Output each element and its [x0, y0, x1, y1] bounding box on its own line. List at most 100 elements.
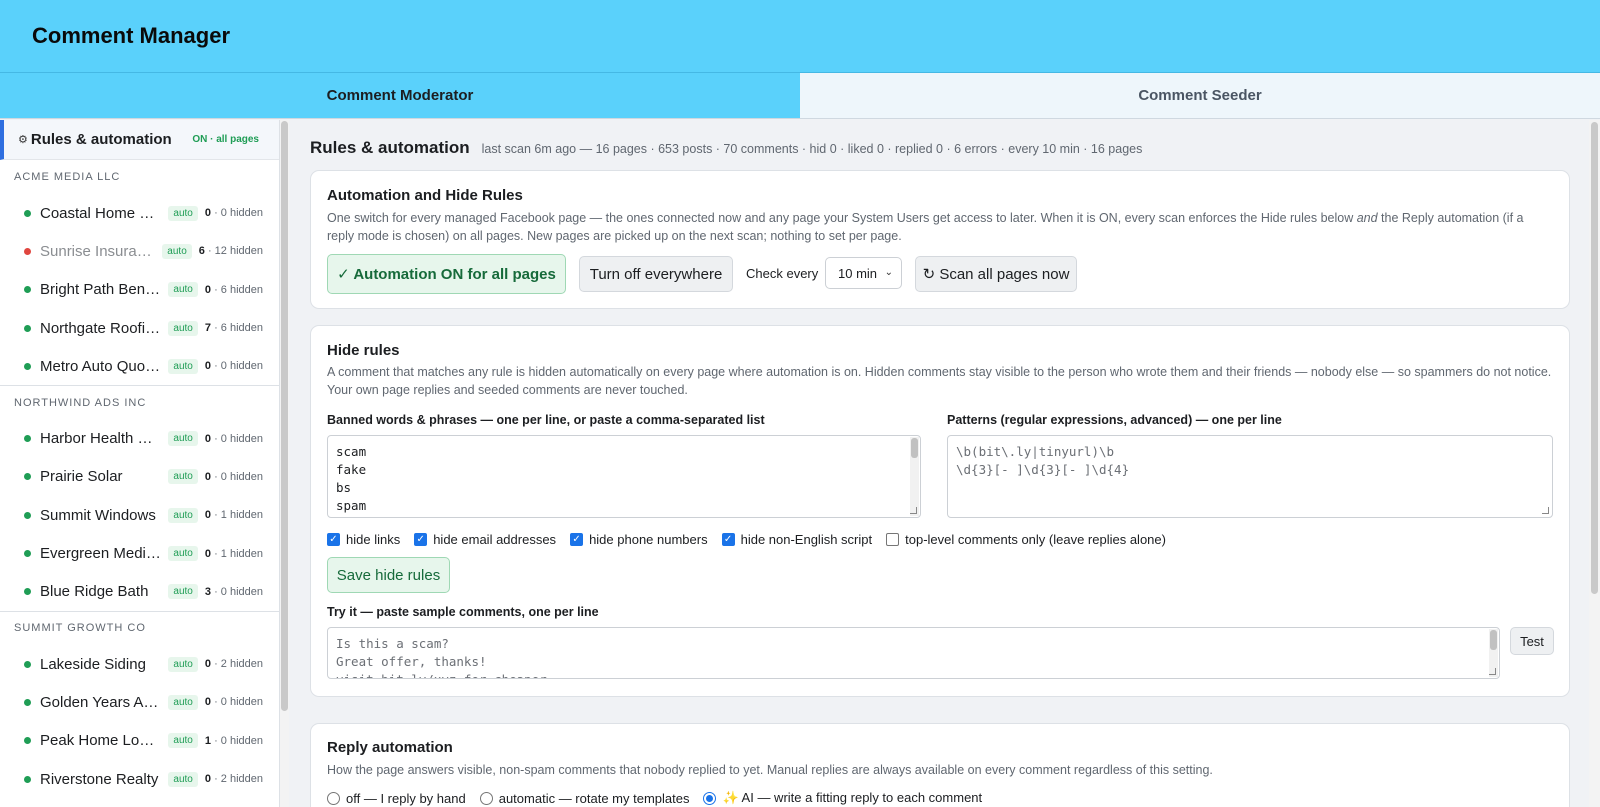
page-stats: 0 · 0 hidden: [205, 207, 263, 219]
tab-comment-moderator[interactable]: Comment Moderator: [0, 73, 800, 118]
page-name: Summit Windows: [40, 506, 156, 524]
auto-badge: auto: [168, 694, 198, 710]
page-name: Blue Ridge Bath: [40, 583, 149, 601]
auto-badge: auto: [168, 205, 198, 221]
sidebar-item-rules-automation[interactable]: ⚙ Rules & automation ON · all pages: [0, 120, 279, 160]
hidden-count: · 0 hidden: [214, 585, 263, 598]
sidebar-page-item[interactable]: Coastal Home Services auto 0 · 0 hidden: [0, 194, 279, 232]
auto-badge: auto: [168, 733, 198, 749]
radio-reply-ai[interactable]: [703, 791, 717, 805]
banned-words-label: Banned words & phrases — one per line, o…: [327, 413, 765, 427]
page-name: Northgate Roofing: [40, 319, 162, 337]
main-scrollbar-thumb[interactable]: [1591, 122, 1598, 594]
reply-automation-card: Reply automation How the page answers vi…: [310, 723, 1570, 807]
patterns-textarea[interactable]: \b(bit\.ly|tinyurl)\b \d{3}[- ]\d{3}[- ]…: [947, 435, 1553, 518]
sidebar-page-item[interactable]: Harbor Health Plans auto 0 · 0 hidden: [0, 419, 279, 457]
checkbox-hide-links[interactable]: ✓: [327, 533, 340, 546]
patterns-label: Patterns (regular expressions, advanced)…: [947, 413, 1282, 427]
hidden-count: · 12 hidden: [207, 245, 263, 258]
sample-line: Great offer, thanks!: [336, 654, 487, 669]
main-tabs: Comment Moderator Comment Seeder: [0, 73, 1600, 119]
checkbox-hide-non-english[interactable]: ✓: [721, 533, 735, 546]
banned-words-textarea[interactable]: scam fake bs spam: [327, 435, 921, 518]
auto-badge: auto: [168, 546, 198, 562]
sidebar-page-item[interactable]: Bright Path Benefits auto 0 · 6 hidden: [0, 271, 279, 309]
auto-badge: auto: [168, 771, 198, 787]
sidebar-group-heading: SUMMIT GROWTH CO: [0, 610, 279, 645]
checkbox-label: hide non-English script: [740, 532, 873, 547]
sidebar-page-item[interactable]: Sunrise Insurance auto 6 · 12 hidden: [0, 232, 279, 270]
try-it-label: Try it — paste sample comments, one per …: [327, 605, 599, 619]
scan-all-pages-button[interactable]: ↻ Scan all pages now: [915, 256, 1077, 292]
page-stats: 1 · 0 hidden: [205, 735, 263, 747]
status-dot-icon: [24, 660, 31, 668]
status-dot-icon: [24, 435, 31, 443]
sidebar-page-item[interactable]: Prairie Solar auto 0 · 0 hidden: [0, 458, 279, 496]
checkbox-hide-phone[interactable]: ✓: [570, 533, 584, 546]
check-every-label: Check every: [746, 266, 819, 281]
radio-reply-off[interactable]: [327, 791, 340, 805]
hidden-count: · 0 hidden: [214, 734, 263, 747]
emphasis: and: [1356, 211, 1378, 225]
page-stats: 0 · 0 hidden: [205, 433, 263, 445]
auto-badge: auto: [168, 507, 198, 523]
page-name: Coastal Home Services: [40, 204, 161, 222]
checkbox-hide-email[interactable]: ✓: [414, 533, 428, 546]
page-stats: 0 · 6 hidden: [205, 284, 263, 296]
checkbox-top-level-only[interactable]: [886, 533, 900, 546]
turn-off-everywhere-button[interactable]: Turn off everywhere: [579, 256, 733, 292]
textarea-scrollbar[interactable]: [910, 437, 919, 516]
automation-status-badge: ON · all pages: [192, 134, 259, 145]
auto-badge: auto: [168, 656, 198, 672]
reply-mode-options: off — I reply by hand automatic — rotate…: [327, 790, 996, 806]
scan-interval-select[interactable]: 10 min ⌄: [825, 257, 902, 289]
resize-handle-icon[interactable]: [1542, 507, 1549, 514]
sidebar-page-item[interactable]: Blue Ridge Bath auto 3 · 0 hidden: [0, 573, 279, 611]
status-dot-icon: [24, 324, 31, 332]
sample-comments-textarea[interactable]: Is this a scam? Great offer, thanks! vis…: [327, 627, 1500, 679]
hidden-count: · 1 hidden: [214, 509, 263, 522]
automation-card: Automation and Hide Rules One switch for…: [310, 170, 1570, 309]
page-stats: 0 · 1 hidden: [205, 548, 263, 560]
status-dot-icon: [24, 588, 31, 596]
sidebar-page-item[interactable]: Northgate Roofing auto 7 · 6 hidden: [0, 309, 279, 347]
comment-count: 3: [204, 585, 211, 598]
card-title: Automation and Hide Rules: [327, 187, 523, 204]
main-content: Rules & automation last scan 6m ago — 16…: [290, 120, 1580, 807]
auto-badge: auto: [168, 584, 198, 600]
sidebar-page-item[interactable]: Peak Home Loans auto 1 · 0 hidden: [0, 722, 279, 760]
sidebar-page-item[interactable]: Summit Windows auto 0 · 1 hidden: [0, 496, 279, 534]
page-name: Golden Years Advisors: [40, 693, 162, 711]
comment-count: 0: [204, 696, 211, 709]
page-name: Prairie Solar: [40, 468, 123, 486]
page-name: Peak Home Loans: [40, 732, 162, 750]
sidebar-page-item[interactable]: Riverstone Realty auto 0 · 2 hidden: [0, 760, 279, 798]
sidebar-page-item[interactable]: Metro Auto Quotes auto 0 · 0 hidden: [0, 347, 279, 385]
auto-badge: auto: [168, 469, 198, 485]
resize-handle-icon[interactable]: [910, 507, 917, 514]
sidebar-group-heading: NORTHWIND ADS INC: [0, 385, 279, 419]
tab-comment-seeder[interactable]: Comment Seeder: [800, 73, 1600, 118]
hidden-count: · 0 hidden: [214, 207, 263, 220]
hidden-count: · 6 hidden: [214, 322, 263, 335]
comment-count: 7: [204, 322, 211, 335]
save-hide-rules-button[interactable]: Save hide rules: [327, 557, 450, 593]
comment-count: 0: [204, 658, 211, 671]
sidebar-scrollbar-thumb[interactable]: [281, 121, 288, 711]
auto-badge: auto: [162, 243, 192, 259]
test-button[interactable]: Test: [1510, 627, 1554, 655]
status-dot-icon: [24, 550, 31, 558]
banned-word: spam: [336, 498, 367, 513]
sidebar-page-item[interactable]: Evergreen Medicare auto 0 · 1 hidden: [0, 534, 279, 572]
page-name: Riverstone Realty: [40, 770, 159, 788]
sidebar-page-item[interactable]: Golden Years Advisors auto 0 · 0 hidden: [0, 683, 279, 721]
page-name: Harbor Health Plans: [40, 430, 161, 448]
automation-on-button[interactable]: ✓ Automation ON for all pages: [327, 254, 566, 294]
resize-handle-icon[interactable]: [1489, 668, 1496, 675]
hidden-count: · 1 hidden: [214, 547, 263, 560]
comment-count: 0: [204, 773, 211, 785]
radio-reply-templates[interactable]: [479, 791, 493, 805]
sidebar-page-item[interactable]: Lakeside Siding auto 0 · 2 hidden: [0, 645, 279, 683]
status-dot-icon: [24, 775, 31, 783]
comment-count: 0: [204, 360, 211, 373]
